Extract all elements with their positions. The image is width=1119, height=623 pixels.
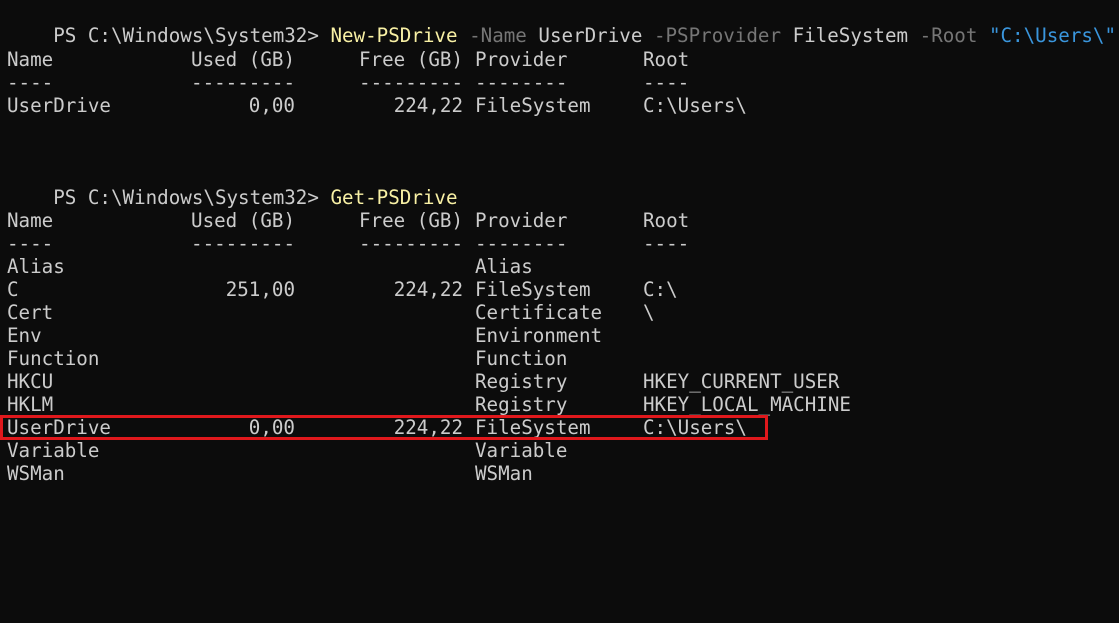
table-row: UserDrive 0,00 224,22 FileSystem C:\User… (7, 94, 747, 117)
cell-free: 224,22 (393, 278, 463, 301)
separator-used: --------- (191, 232, 295, 255)
cell-name: HKCU (7, 370, 54, 393)
cell-name: UserDrive (7, 94, 111, 117)
table-header: Name Used (GB) Free (GB) Provider Root (7, 48, 689, 71)
table-row-highlighted: UserDrive 0,00 224,22 FileSystem C:\User… (7, 416, 747, 439)
cell-provider: Certificate (475, 301, 603, 324)
header-used: Used (GB) (191, 209, 295, 232)
command-get-psdrive: Get-PSDrive (330, 186, 458, 209)
separator-free: --------- (359, 71, 463, 94)
cell-name: C (7, 278, 19, 301)
cell-root: HKEY_LOCAL_MACHINE (643, 393, 851, 416)
separator-provider: -------- (475, 71, 568, 94)
header-name: Name (7, 209, 54, 232)
prompt-text: PS C:\Windows\System32> (53, 24, 331, 47)
cell-provider: Registry (475, 393, 568, 416)
powershell-console[interactable]: PS C:\Windows\System32> New-PSDrive -Nam… (7, 0, 1116, 490)
header-provider: Provider (475, 48, 568, 71)
param-psprovider: -PSProvider (642, 24, 782, 47)
table-separator: ---- --------- --------- -------- ---- (7, 71, 689, 94)
cell-name: Alias (7, 255, 65, 278)
prompt-text: PS C:\Windows\System32> (53, 186, 331, 209)
separator-root: ---- (643, 71, 690, 94)
separator-name: ---- (7, 232, 54, 255)
header-root: Root (643, 48, 690, 71)
cell-root: C:\Users\ (643, 416, 747, 439)
cell-provider: FileSystem (475, 416, 591, 439)
table-row: Cert Certificate \ (7, 301, 655, 324)
table-row: Function Function (7, 347, 567, 370)
header-free: Free (GB) (359, 209, 463, 232)
prompt-line-new-psdrive: PS C:\Windows\System32> New-PSDrive -Nam… (7, 1, 1116, 47)
cell-used: 0,00 (248, 94, 295, 117)
command-new-psdrive: New-PSDrive (330, 24, 458, 47)
param-root: -Root (908, 24, 978, 47)
cell-provider: WSMan (475, 462, 533, 485)
table-separator: ---- --------- --------- -------- ---- (7, 232, 689, 255)
cell-provider: Variable (475, 439, 568, 462)
table-row: HKLM Registry HKEY_LOCAL_MACHINE (7, 393, 851, 416)
cell-name: UserDrive (7, 416, 111, 439)
cell-provider: FileSystem (475, 94, 591, 117)
separator-used: --------- (191, 71, 295, 94)
header-free: Free (GB) (359, 48, 463, 71)
separator-name: ---- (7, 71, 54, 94)
separator-free: --------- (359, 232, 463, 255)
header-used: Used (GB) (191, 48, 295, 71)
cell-name: HKLM (7, 393, 54, 416)
header-provider: Provider (475, 209, 568, 232)
cell-provider: Registry (475, 370, 568, 393)
cell-provider: Function (475, 347, 568, 370)
table-header: Name Used (GB) Free (GB) Provider Root (7, 209, 689, 232)
cell-root: \ (643, 301, 655, 324)
cell-used: 0,00 (248, 416, 295, 439)
param-name: -Name (457, 24, 527, 47)
prompt-line-get-psdrive: PS C:\Windows\System32> Get-PSDrive (7, 163, 457, 209)
cell-provider: Environment (475, 324, 603, 347)
cell-root: HKEY_CURRENT_USER (643, 370, 840, 393)
cell-provider: Alias (475, 255, 533, 278)
header-name: Name (7, 48, 54, 71)
cell-free: 224,22 (393, 94, 463, 117)
cell-root: C:\Users\ (643, 94, 747, 117)
cell-free: 224,22 (393, 416, 463, 439)
table-row: Alias Alias (7, 255, 533, 278)
value-root: "C:\Users\" (977, 24, 1117, 47)
table-row: WSMan WSMan (7, 462, 533, 485)
header-root: Root (643, 209, 690, 232)
cell-name: WSMan (7, 462, 65, 485)
table-row: HKCU Registry HKEY_CURRENT_USER (7, 370, 839, 393)
table-row: Env Environment (7, 324, 602, 347)
value-psprovider: FileSystem (781, 24, 909, 47)
cell-name: Env (7, 324, 42, 347)
table-row: Variable Variable (7, 439, 567, 462)
separator-provider: -------- (475, 232, 568, 255)
cell-name: Function (7, 347, 100, 370)
cell-used: 251,00 (225, 278, 295, 301)
cell-root: C:\ (643, 278, 678, 301)
value-name: UserDrive (526, 24, 643, 47)
separator-root: ---- (643, 232, 690, 255)
cell-name: Variable (7, 439, 100, 462)
cell-provider: FileSystem (475, 278, 591, 301)
table-row: C 251,00 224,22 FileSystem C:\ (7, 278, 678, 301)
cell-name: Cert (7, 301, 54, 324)
